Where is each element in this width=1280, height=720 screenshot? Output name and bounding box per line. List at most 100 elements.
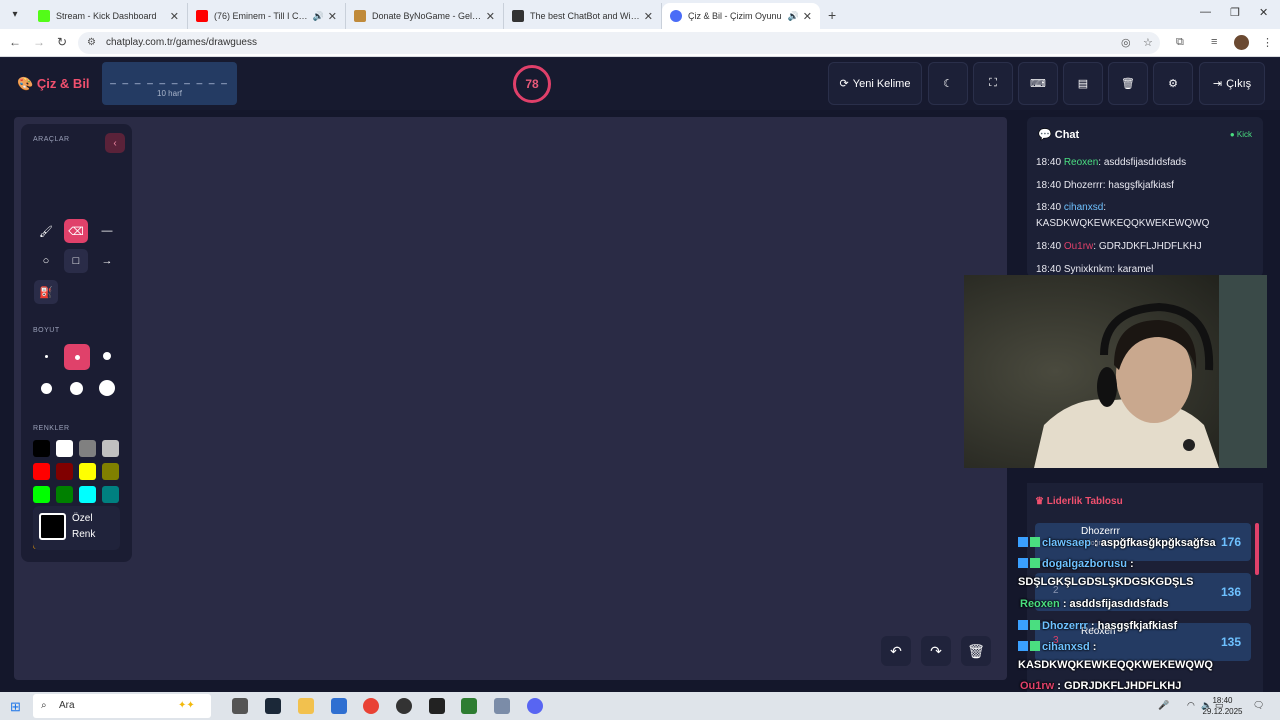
color-swatch[interactable]: [79, 463, 96, 480]
reload-icon[interactable]: ↻: [57, 35, 67, 49]
chrome-icon[interactable]: [363, 698, 379, 714]
archive-button[interactable]: ▤: [1063, 62, 1103, 105]
browser-tab[interactable]: The best ChatBot and Widgets ✕: [504, 3, 662, 29]
size-6-button[interactable]: [95, 376, 119, 400]
search-placeholder: Ara: [59, 700, 75, 711]
chat-bubbles-icon: 💬: [1038, 129, 1052, 141]
paint-bucket-icon: ⛽: [39, 286, 53, 299]
settings-button[interactable]: ⚙: [1153, 62, 1193, 105]
kick-badge-icon: [1018, 558, 1028, 568]
new-word-label: Yeni Kelime: [852, 77, 911, 90]
delete-button[interactable]: 🗑: [1108, 62, 1148, 105]
bookmark-star-icon[interactable]: ☆: [1143, 36, 1153, 49]
fill-tool[interactable]: ⛽: [34, 280, 58, 304]
extensions-icon[interactable]: ⧉: [1176, 36, 1184, 49]
close-tab-icon[interactable]: ✕: [644, 10, 653, 23]
browser-tab[interactable]: (76) Eminem - Till I Collapse 🔊 ✕: [188, 3, 346, 29]
eye-off-icon[interactable]: ◎: [1121, 36, 1131, 49]
close-tab-icon[interactable]: ✕: [170, 10, 179, 23]
steam-icon[interactable]: [265, 698, 281, 714]
brush-tool[interactable]: 🖌: [34, 219, 58, 243]
minimize-icon[interactable]: —: [1200, 6, 1211, 18]
leaderboard-scrollbar[interactable]: [1255, 523, 1259, 575]
color-swatch[interactable]: [102, 440, 119, 457]
media-icon[interactable]: ≡: [1211, 36, 1217, 48]
size-5-button[interactable]: [64, 376, 88, 400]
mic-icon[interactable]: 🎤: [1158, 700, 1169, 711]
taskbar-search[interactable]: ⌕ Ara ✦✦: [33, 694, 211, 718]
file-explorer-icon[interactable]: [298, 698, 314, 714]
close-tab-icon[interactable]: ✕: [328, 10, 337, 23]
close-tab-icon[interactable]: ✕: [486, 10, 495, 23]
store-icon[interactable]: [331, 698, 347, 714]
size-2-button[interactable]: [64, 344, 90, 370]
color-swatch[interactable]: [33, 486, 50, 503]
new-word-button[interactable]: ⟳ Yeni Kelime: [828, 62, 922, 105]
clear-canvas-button[interactable]: 🗑: [961, 636, 991, 666]
msg-time: 18:40: [1036, 202, 1062, 213]
color-swatch[interactable]: [56, 463, 73, 480]
color-swatch[interactable]: [102, 486, 119, 503]
notifications-icon[interactable]: 🗨: [1253, 700, 1264, 711]
eraser-tool[interactable]: ⌫: [64, 219, 88, 243]
size-1-button[interactable]: [34, 344, 58, 368]
browser-tab[interactable]: Donate ByNoGame - Gelen/Giden ✕: [346, 3, 504, 29]
color-swatch[interactable]: [79, 486, 96, 503]
forward-icon[interactable]: →: [33, 35, 45, 49]
overlay-text: KASDKWQKEWKEQQKWEKEWQWQ: [1018, 659, 1213, 671]
windows-start-icon[interactable]: ⊞: [10, 699, 21, 715]
discord-icon[interactable]: [527, 698, 543, 714]
tab-search-icon[interactable]: ▾: [4, 3, 26, 25]
tab-title: Çiz & Bil - Çizim Oyunu: [688, 11, 782, 21]
epic-games-icon[interactable]: [429, 698, 445, 714]
collapse-panel-button[interactable]: ‹: [105, 133, 125, 153]
url-input[interactable]: ⚙ chatplay.com.tr/games/drawguess: [78, 32, 1160, 54]
circle-tool[interactable]: ○: [34, 249, 58, 273]
obs-icon[interactable]: [396, 698, 412, 714]
color-swatch[interactable]: [56, 486, 73, 503]
keyboard-button[interactable]: ⌨: [1018, 62, 1058, 105]
site-info-icon[interactable]: ⚙: [87, 32, 96, 54]
drawguess-app: 🎨 Çiz & Bil _ _ _ _ _ _ _ _ _ _ 10 harf …: [0, 58, 1280, 692]
browser-tab[interactable]: Stream - Kick Dashboard ✕: [30, 3, 188, 29]
close-tab-icon[interactable]: ✕: [803, 10, 812, 23]
redo-button[interactable]: ↷: [921, 636, 951, 666]
gear-icon: ⚙: [1168, 78, 1178, 90]
app-icon[interactable]: [494, 698, 510, 714]
dark-mode-button[interactable]: ☾: [928, 62, 968, 105]
size-4-button[interactable]: [34, 376, 58, 400]
sub-badge-icon: [1030, 537, 1040, 547]
color-swatch[interactable]: [102, 463, 119, 480]
rectangle-tool[interactable]: □: [64, 249, 88, 273]
restore-icon[interactable]: ❐: [1230, 6, 1240, 19]
color-swatch[interactable]: [56, 440, 73, 457]
back-icon[interactable]: ←: [9, 35, 21, 49]
size-3-button[interactable]: [95, 344, 119, 368]
profile-avatar[interactable]: [1234, 35, 1249, 50]
clock-time: 18:40: [1212, 696, 1233, 705]
color-swatch[interactable]: [79, 440, 96, 457]
browser-tab-active[interactable]: Çiz & Bil - Çizim Oyunu 🔊 ✕: [662, 3, 820, 29]
new-tab-button[interactable]: +: [828, 7, 836, 23]
color-swatch[interactable]: [33, 440, 50, 457]
undo-button[interactable]: ↶: [881, 636, 911, 666]
nvidia-icon[interactable]: [461, 698, 477, 714]
custom-color-button[interactable]: Özel Renk: [33, 506, 120, 550]
exit-button[interactable]: ⇥ Çıkış: [1199, 62, 1265, 105]
fullscreen-button[interactable]: ⛶: [973, 62, 1013, 105]
arrow-tool[interactable]: →: [95, 249, 119, 273]
window-close-icon[interactable]: ✕: [1259, 6, 1268, 19]
task-view-icon[interactable]: [232, 698, 248, 714]
colors-section-title: RENKLER: [33, 425, 70, 432]
speaker-icon[interactable]: 🔊: [313, 11, 324, 22]
overlay-text: : aspğfkasğkpğksağfsa: [1093, 537, 1216, 549]
drawing-canvas[interactable]: [14, 117, 1007, 680]
menu-dots-icon[interactable]: ⋮: [1262, 36, 1273, 49]
msg-user: Synixknkm: [1063, 264, 1113, 275]
speaker-icon[interactable]: 🔊: [788, 11, 799, 22]
line-tool[interactable]: —: [95, 219, 119, 243]
network-icon[interactable]: ◠: [1187, 700, 1195, 711]
youtube-favicon-icon: [196, 10, 208, 22]
color-swatch[interactable]: [33, 463, 50, 480]
clock[interactable]: 18:40 29.12.2025: [1200, 695, 1245, 717]
